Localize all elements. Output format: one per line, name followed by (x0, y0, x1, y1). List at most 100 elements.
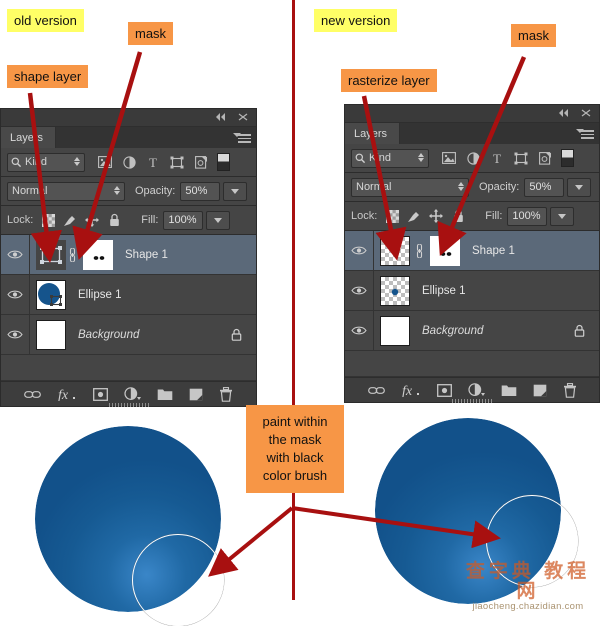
titlebar-icons[interactable] (216, 112, 250, 125)
new-group-icon[interactable] (501, 384, 517, 397)
panel-menu-icon[interactable] (233, 132, 251, 143)
layer-thumbnails[interactable] (374, 275, 410, 306)
lock-row[interactable]: Lock: Fill: 100% (345, 202, 599, 231)
blend-mode-row[interactable]: Normal Opacity: 50% (345, 173, 599, 202)
titlebar-icons[interactable] (559, 108, 593, 121)
opacity-dropdown-icon[interactable] (223, 181, 248, 201)
adjustment-layer-icon[interactable] (467, 383, 485, 397)
smart-object-filter-icon[interactable] (189, 152, 213, 172)
layer-filter-row[interactable]: Kind T (345, 144, 599, 173)
opacity-dropdown-icon[interactable] (567, 177, 592, 197)
layer-name[interactable]: Shape 1 (472, 245, 515, 257)
tab-layers[interactable]: Layers (1, 127, 57, 148)
filter-toggle-icon[interactable] (217, 153, 230, 171)
layer-filter-row[interactable]: Kind T (1, 148, 256, 177)
link-layers-icon[interactable] (24, 389, 41, 400)
background-thumbnail[interactable] (380, 315, 410, 346)
panel-tabbar[interactable]: Layers (1, 127, 256, 148)
link-icon[interactable] (66, 247, 79, 262)
new-layer-icon[interactable] (189, 388, 203, 401)
layer-row-background[interactable]: Background (345, 311, 599, 351)
link-icon[interactable] (413, 243, 426, 258)
delete-layer-icon[interactable] (563, 382, 577, 398)
lock-transparency-icon[interactable] (381, 207, 403, 225)
adjustment-layer-icon[interactable] (124, 387, 141, 401)
layers-bottom-toolbar[interactable]: fx (345, 377, 599, 403)
fx-icon[interactable]: fx (401, 383, 421, 397)
lock-image-icon[interactable] (59, 211, 81, 229)
image-filter-icon[interactable] (93, 152, 117, 172)
layer-thumbnails[interactable] (374, 235, 460, 266)
lock-transparency-icon[interactable] (37, 211, 59, 229)
lock-position-icon[interactable] (425, 207, 447, 225)
shape-filter-icon[interactable] (165, 152, 189, 172)
layer-thumbnails[interactable] (374, 315, 410, 346)
layers-panel-old[interactable]: Layers Kind T Normal Opacity: 50% Lock: … (0, 108, 257, 407)
layer-visibility-toggle[interactable] (1, 275, 30, 314)
blend-spinner-icon[interactable] (458, 181, 464, 191)
lock-image-icon[interactable] (403, 207, 425, 225)
add-mask-icon[interactable] (93, 387, 108, 401)
image-filter-icon[interactable] (437, 148, 461, 168)
opacity-value[interactable]: 50% (180, 181, 221, 201)
panel-resize-grip[interactable] (452, 399, 492, 403)
new-group-icon[interactable] (157, 388, 173, 401)
blend-mode-select[interactable]: Normal (7, 181, 125, 201)
layer-row-ellipse-1[interactable]: Ellipse 1 (1, 275, 256, 315)
layer-visibility-toggle[interactable] (1, 315, 30, 354)
background-thumbnail[interactable] (36, 319, 66, 350)
panel-tabbar[interactable]: Layers (345, 123, 599, 144)
type-filter-icon[interactable]: T (141, 152, 165, 172)
type-filter-icon[interactable]: T (485, 148, 509, 168)
smart-object-filter-icon[interactable] (533, 148, 557, 168)
filter-toggle-icon[interactable] (561, 149, 574, 167)
layer-name[interactable]: Background (422, 325, 483, 337)
fx-icon[interactable]: fx (57, 387, 77, 401)
layer-mask-thumbnail[interactable] (430, 235, 460, 266)
vector-shape-thumbnail[interactable] (36, 239, 66, 270)
lock-all-icon[interactable] (447, 207, 469, 225)
kind-spinner-icon[interactable] (418, 152, 424, 162)
layer-mask-thumbnail[interactable] (83, 239, 113, 270)
layer-thumbnails[interactable] (30, 319, 66, 350)
tab-layers[interactable]: Layers (345, 123, 401, 144)
fill-value[interactable]: 100% (163, 210, 204, 230)
layer-list[interactable]: Shape 1 Ellipse 1 Background (345, 231, 599, 377)
layer-name[interactable]: Ellipse 1 (78, 289, 121, 301)
blend-mode-row[interactable]: Normal Opacity: 50% (1, 177, 256, 206)
layer-thumbnails[interactable] (30, 239, 113, 270)
filter-kind-select[interactable]: Kind (7, 152, 85, 172)
lock-position-icon[interactable] (81, 211, 103, 229)
filter-kind-select[interactable]: Kind (351, 148, 429, 168)
adjustment-filter-icon[interactable] (461, 148, 485, 168)
fill-dropdown-icon[interactable] (550, 206, 575, 226)
rasterized-layer-thumbnail[interactable] (380, 235, 410, 266)
lock-all-icon[interactable] (103, 211, 125, 229)
panel-resize-grip[interactable] (108, 403, 149, 407)
blend-mode-select[interactable]: Normal (351, 177, 469, 197)
shape-filter-icon[interactable] (509, 148, 533, 168)
layer-thumbnails[interactable] (30, 279, 66, 310)
panel-menu-icon[interactable] (576, 128, 594, 139)
panel-titlebar[interactable] (1, 109, 256, 127)
layer-visibility-toggle[interactable] (345, 311, 374, 350)
layer-row-background[interactable]: Background (1, 315, 256, 355)
delete-layer-icon[interactable] (219, 386, 233, 402)
panel-titlebar[interactable] (345, 105, 599, 123)
blend-spinner-icon[interactable] (114, 185, 120, 195)
layer-row-shape-1[interactable]: Shape 1 (345, 231, 599, 271)
layer-row-shape-1[interactable]: Shape 1 (1, 235, 256, 275)
new-layer-icon[interactable] (533, 384, 547, 397)
lock-row[interactable]: Lock: Fill: 100% (1, 206, 256, 235)
kind-spinner-icon[interactable] (74, 156, 80, 166)
layers-panel-new[interactable]: Layers Kind T Normal Opacity: 50% Lock: … (344, 104, 600, 403)
layer-name[interactable]: Background (78, 329, 139, 341)
layer-name[interactable]: Ellipse 1 (422, 285, 465, 297)
add-mask-icon[interactable] (436, 383, 452, 397)
layer-list[interactable]: Shape 1 Ellipse 1 Background (1, 235, 256, 381)
ellipse-raster-thumbnail[interactable] (380, 275, 410, 306)
layer-name[interactable]: Shape 1 (125, 249, 168, 261)
layer-visibility-toggle[interactable] (345, 231, 374, 270)
layers-bottom-toolbar[interactable]: fx (1, 381, 256, 407)
layer-row-ellipse-1[interactable]: Ellipse 1 (345, 271, 599, 311)
